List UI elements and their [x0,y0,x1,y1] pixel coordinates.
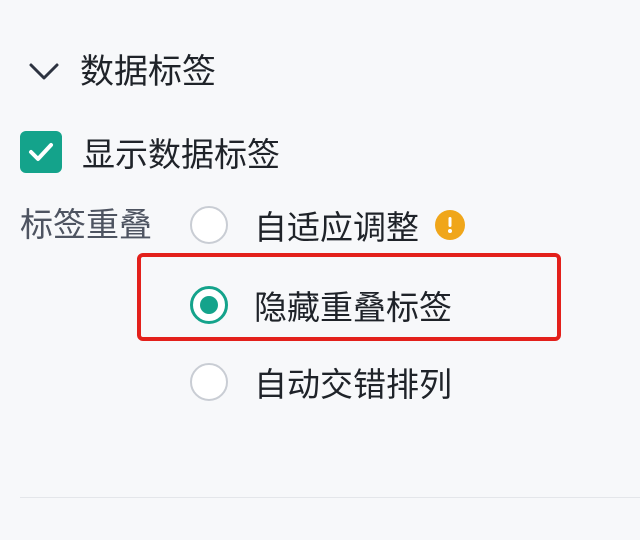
radio-option-adaptive[interactable]: 自适应调整 [190,200,465,250]
radio-label-stagger: 自动交错排列 [254,365,452,404]
label-overlap-label: 标签重叠 [20,205,152,244]
chevron-down-icon[interactable] [26,54,62,90]
divider [20,497,640,498]
section-header-data-labels[interactable]: 数据标签 [26,44,216,100]
highlight-box [137,253,561,341]
show-data-labels-label: 显示数据标签 [82,135,280,174]
warning-icon[interactable] [435,210,465,240]
section-title: 数据标签 [80,52,216,92]
radio-adaptive[interactable] [190,206,228,244]
radio-option-stagger[interactable]: 自动交错排列 [190,357,452,407]
show-data-labels-checkbox-row[interactable]: 显示数据标签 [20,124,280,180]
checkmark-icon [29,143,53,161]
show-data-labels-checkbox[interactable] [20,131,62,173]
radio-label-adaptive: 自适应调整 [254,208,419,247]
radio-stagger[interactable] [190,363,228,401]
